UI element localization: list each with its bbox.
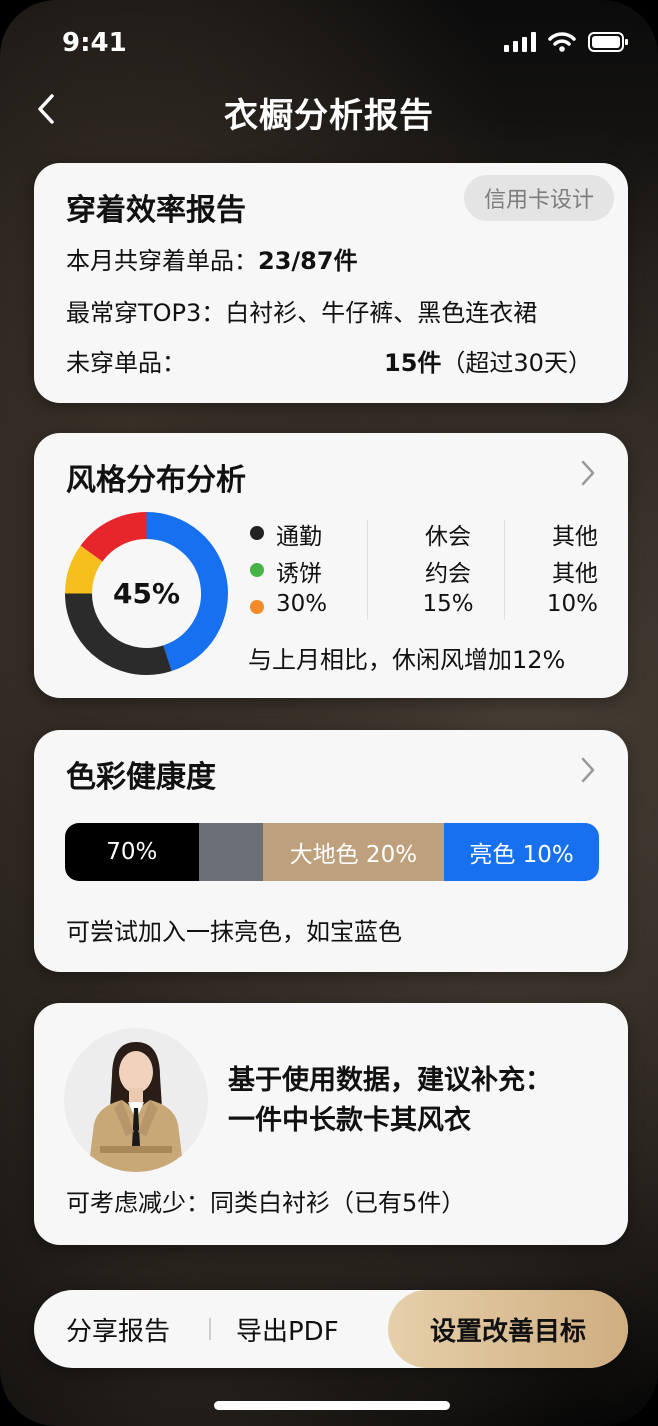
status-icons xyxy=(504,32,628,52)
battery-icon xyxy=(588,32,628,52)
suggestion-text: 基于使用数据，建议补充： 一件中长款卡其风衣 xyxy=(228,1061,552,1141)
suggestion-line-1: 基于使用数据，建议补充： xyxy=(228,1065,552,1096)
color-tip-text: 可尝试加入一抹亮色，如宝蓝色 xyxy=(66,918,402,946)
wifi-icon xyxy=(548,32,576,52)
unworn-note: （超过30天） xyxy=(441,349,592,377)
phone-screen: 9:41 衣橱分析报告 穿着效率报告 信用卡设计 本月共穿着单品：23/87件 xyxy=(0,0,658,1426)
legend-row: 30% 15% 10% xyxy=(250,591,610,623)
style-card[interactable]: 风格分布分析 45% 通勤 休会 其他 诱饼 约会 其他 30% 15% 10%… xyxy=(34,433,628,698)
efficiency-card: 穿着效率报告 信用卡设计 本月共穿着单品：23/87件 最常穿TOP3：白衬衫、… xyxy=(34,163,628,403)
top3-value: 白衬衫、牛仔裤、黑色连衣裙 xyxy=(225,299,538,327)
legend-cell: 30% xyxy=(276,591,328,617)
set-goal-button[interactable]: 设置改善目标 xyxy=(388,1290,628,1368)
suggestion-card[interactable]: 基于使用数据，建议补充： 一件中长款卡其风衣 可考虑减少：同类白衬衫（已有5件） xyxy=(34,1003,628,1245)
legend-dot xyxy=(250,526,264,540)
home-indicator xyxy=(214,1401,450,1410)
legend-dot xyxy=(250,600,264,614)
legend-dot xyxy=(250,563,264,577)
legend-cell: 诱饼 xyxy=(276,561,322,587)
legend-cell: 休会 xyxy=(425,524,471,550)
legend-cell: 10% xyxy=(546,591,598,617)
reduce-text: 可考虑减少：同类白衬衫（已有5件） xyxy=(66,1189,466,1217)
color-health-title: 色彩健康度 xyxy=(66,760,216,795)
trench-coat-avatar xyxy=(64,1028,208,1172)
export-pdf-button[interactable]: 导出PDF xyxy=(236,1290,339,1368)
color-segment: 70% xyxy=(65,823,199,881)
unworn-label: 未穿单品： xyxy=(66,349,186,377)
top3-label: 最常穿TOP3： xyxy=(66,299,226,327)
status-time: 9:41 xyxy=(62,28,127,58)
unworn-value-line: 15件（超过30天） xyxy=(384,343,592,378)
color-health-card[interactable]: 色彩健康度 70% 大地色 20% 亮色 10% 可尝试加入一抹亮色，如宝蓝色 xyxy=(34,730,628,972)
suggestion-line-2: 一件中长款卡其风衣 xyxy=(228,1105,471,1136)
chevron-right-icon[interactable] xyxy=(578,458,598,488)
action-bar: 分享报告 导出PDF 设置改善目标 xyxy=(34,1290,628,1368)
cellular-signal-icon xyxy=(504,32,536,52)
style-title: 风格分布分析 xyxy=(66,463,246,498)
legend-row: 诱饼 约会 其他 xyxy=(250,554,610,587)
action-divider xyxy=(209,1318,211,1340)
efficiency-title: 穿着效率报告 xyxy=(66,193,246,228)
donut-center-value: 45% xyxy=(112,577,181,610)
legend-cell: 15% xyxy=(422,591,474,617)
worn-items-line: 本月共穿着单品：23/87件 xyxy=(66,241,358,276)
color-segment: 亮色 10% xyxy=(444,823,599,881)
legend-cell: 约会 xyxy=(425,561,471,587)
legend-row: 通勤 休会 其他 xyxy=(250,517,610,550)
person-illustration xyxy=(88,1042,184,1172)
page-title: 衣橱分析报告 xyxy=(224,96,434,136)
color-segment: 大地色 20% xyxy=(262,823,445,881)
style-compare-text: 与上月相比，休闲风增加12% xyxy=(248,646,566,674)
unworn-value: 15件 xyxy=(384,349,442,377)
chevron-right-icon[interactable] xyxy=(578,755,598,785)
color-segment xyxy=(198,823,263,881)
legend-cell: 其他 xyxy=(552,561,598,587)
color-distribution-bar: 70% 大地色 20% 亮色 10% xyxy=(65,823,599,881)
legend-cell: 通勤 xyxy=(276,524,322,550)
share-report-button[interactable]: 分享报告 xyxy=(66,1290,170,1368)
worn-items-value: 23/87件 xyxy=(258,247,358,275)
design-badge[interactable]: 信用卡设计 xyxy=(463,175,614,221)
top3-line: 最常穿TOP3：白衬衫、牛仔裤、黑色连衣裙 xyxy=(66,293,537,328)
legend-cell: 其他 xyxy=(552,524,598,550)
worn-items-label: 本月共穿着单品： xyxy=(66,247,258,275)
